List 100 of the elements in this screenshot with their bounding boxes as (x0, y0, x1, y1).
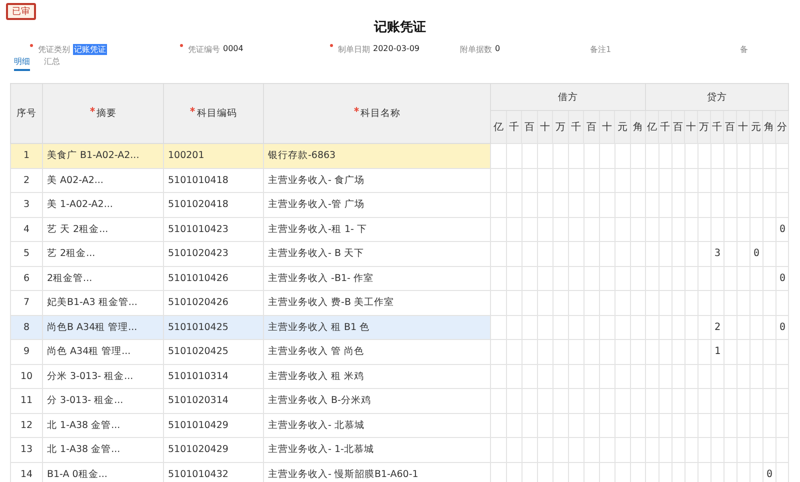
table-cell: 主营业务收入 B-分米鸡 (264, 388, 490, 413)
unit-header: 万 (552, 110, 568, 144)
unit-header: 百 (672, 110, 685, 144)
table-cell: 美 A02-A2... (42, 168, 164, 192)
table-cell: 5101010425 (164, 315, 264, 340)
table-cell: 尚色 A34租 管理... (42, 340, 164, 364)
unit-header: 万 (698, 110, 711, 144)
amount-digits: 0 (778, 272, 793, 284)
field-label: 凭证编号 (188, 44, 220, 54)
table-cell: 主营业务收入- 北慕城 (264, 413, 490, 438)
unit-header: 千 (658, 110, 672, 144)
column-header: 序号 (16, 108, 36, 119)
column-header: 科目名称 (360, 108, 400, 119)
table-cell: 主营业务收入 管 尚色 (264, 340, 490, 364)
row-number: 13 (10, 438, 42, 462)
table-cell: 分 3-013- 租金... (42, 388, 164, 413)
unit-header: 十 (599, 110, 614, 144)
table-cell: 北 1-A38 金管... (42, 413, 164, 438)
unit-header: 元 (750, 110, 763, 144)
table-cell: 主营业务收入 -B1- 作室 (264, 266, 490, 290)
table-cell: 尚色B A34租 管理... (42, 315, 164, 340)
table-cell: 分米 3-013- 租金... (42, 364, 164, 388)
table-cell: 5101020418 (164, 192, 264, 217)
field-label: 附单据数 (460, 44, 492, 54)
row-number: 10 (10, 364, 42, 388)
table-cell: 艺 天 2租金... (42, 217, 164, 242)
row-number: 9 (10, 340, 42, 364)
table-cell: 主营业务收入-租 1- 下 (264, 217, 490, 242)
field-label: 备 (740, 44, 748, 54)
unit-header: 角 (762, 110, 776, 144)
table-cell: 5101020429 (164, 438, 264, 462)
row-number: 5 (10, 242, 42, 266)
unit-header: 百 (584, 110, 599, 144)
row-number: 4 (10, 217, 42, 242)
field-value[interactable]: 0004 (223, 44, 244, 54)
row-number: 3 (10, 192, 42, 217)
amount-digits: 0 (766, 468, 781, 480)
field-value[interactable]: 2020-03-09 (373, 44, 420, 54)
column-header: 借方 (490, 84, 646, 110)
table-cell: 2租金管... (42, 266, 164, 290)
voucher-title: 记账凭证 (374, 20, 426, 35)
tab[interactable]: 汇总 (44, 56, 60, 71)
table-cell: 妃美B1-A3 租金管... (42, 290, 164, 315)
unit-header: 十 (537, 110, 552, 144)
unit-header: 千 (506, 110, 522, 144)
unit-header: 角 (630, 110, 646, 144)
table-cell: 艺 2租金... (42, 242, 164, 266)
unit-header: 千 (568, 110, 584, 144)
table-cell: 5101010418 (164, 168, 264, 192)
table-cell: 主营业务收入- B 天下 (264, 242, 490, 266)
field-value[interactable]: 0 (495, 44, 500, 54)
row-number: 6 (10, 266, 42, 290)
table-cell: 100201 (164, 144, 264, 168)
column-header: 摘要 (96, 108, 116, 119)
table-cell: 5101020423 (164, 242, 264, 266)
amount-digits: 1 (714, 346, 729, 358)
field-label: 制单日期 (338, 44, 370, 54)
column-header: 贷方 (646, 84, 789, 110)
unit-header: 分 (776, 110, 789, 144)
row-number: 12 (10, 413, 42, 438)
table-cell: 主营业务收入 租 米鸡 (264, 364, 490, 388)
amount-digits: 3 0 (714, 248, 768, 260)
unit-header: 百 (724, 110, 737, 144)
row-number: 1 (10, 144, 42, 168)
table-cell: 主营业务收入- 食广场 (264, 168, 490, 192)
amount-digits: 0 (778, 224, 793, 235)
table-cell: 5101020425 (164, 340, 264, 364)
table-cell: 5101010426 (164, 266, 264, 290)
row-number: 7 (10, 290, 42, 315)
unit-header: 百 (522, 110, 537, 144)
amount-digits: 2 0 (714, 322, 793, 333)
row-number: 8 (10, 315, 42, 340)
field-value[interactable]: 记账凭证 (73, 44, 107, 54)
unit-header: 亿 (490, 110, 506, 144)
table-cell: 主营业务收入 租 B1 色 (264, 315, 490, 340)
table-cell: 银行存款-6863 (264, 144, 490, 168)
table-cell: 主营业务收入 费-B 美工作室 (264, 290, 490, 315)
row-number: 11 (10, 388, 42, 413)
table-cell: 北 1-A38 金管... (42, 438, 164, 462)
table-cell: 主营业务收入- 1-北慕城 (264, 438, 490, 462)
table-cell: 美食广 B1-A02-A2... (42, 144, 164, 168)
field-label: 备注1 (590, 44, 612, 54)
table-cell: 美 1-A02-A2... (42, 192, 164, 217)
table-cell: 5101010314 (164, 364, 264, 388)
table-cell: 5101020426 (164, 290, 264, 315)
table-cell: 5101010423 (164, 217, 264, 242)
field-label: 凭证类别 (38, 44, 70, 54)
unit-header: 十 (684, 110, 698, 144)
unit-header: 元 (614, 110, 630, 144)
unit-header: 千 (710, 110, 724, 144)
tab[interactable]: 明细 (14, 56, 30, 71)
column-header: 科目编码 (197, 108, 237, 119)
row-number: 14 (10, 462, 42, 482)
unit-header: 亿 (646, 110, 659, 144)
status-stamp: 已审 (6, 3, 36, 20)
row-number: 2 (10, 168, 42, 192)
table-cell: 5101020314 (164, 388, 264, 413)
table-cell: 5101010429 (164, 413, 264, 438)
table-cell: 主营业务收入-管 广场 (264, 192, 490, 217)
unit-header: 十 (736, 110, 750, 144)
